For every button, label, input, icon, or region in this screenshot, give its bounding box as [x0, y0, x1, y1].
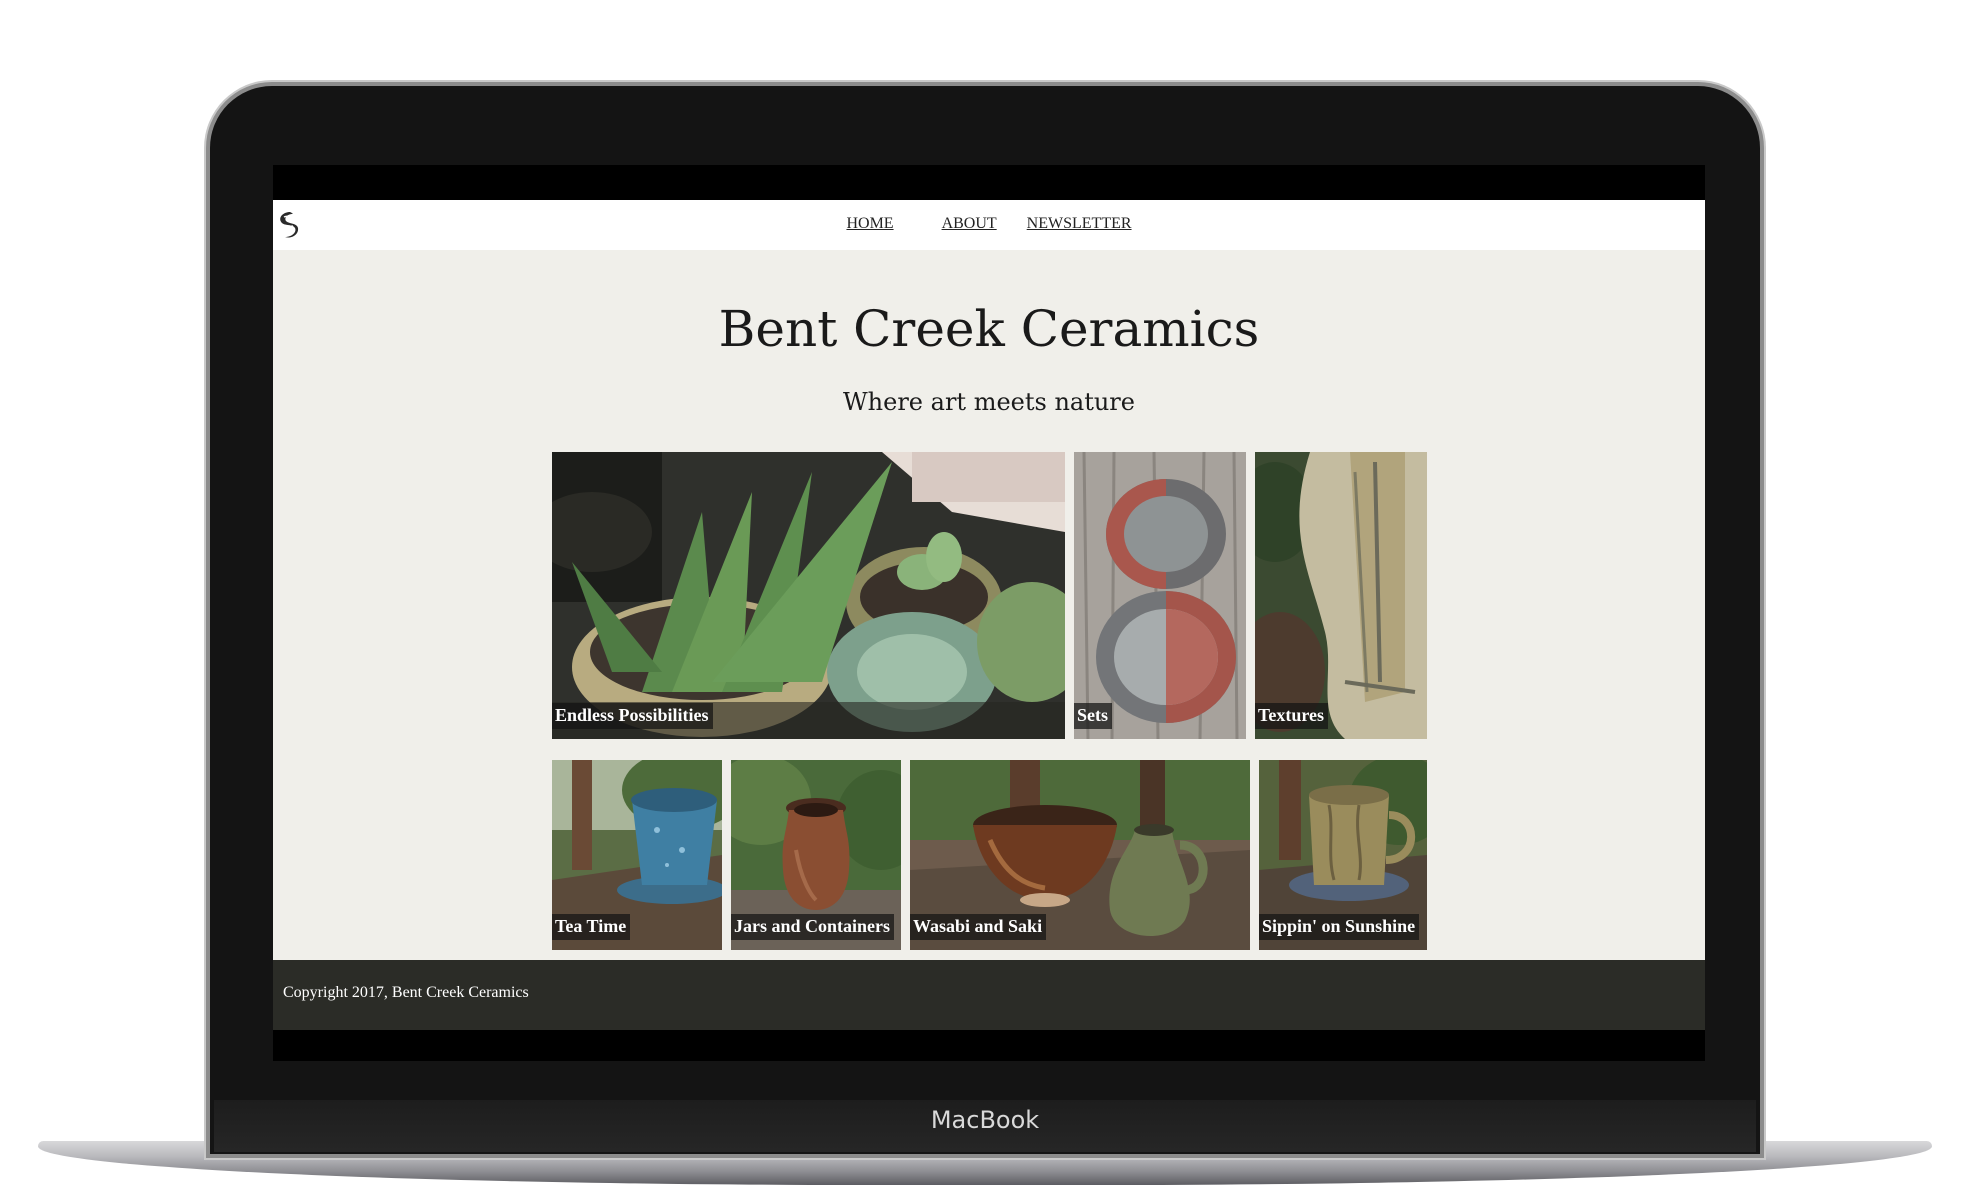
footer-copyright: Copyright 2017, Bent Creek Ceramics [283, 984, 529, 1001]
gallery-tile-textures[interactable]: Textures [1255, 452, 1427, 739]
nav-link-home[interactable]: HOME [846, 215, 893, 233]
gallery-caption: Tea Time [552, 914, 631, 940]
gallery-caption: Sets [1074, 703, 1112, 729]
page-tagline: Where art meets nature [843, 388, 1135, 416]
nav-link-about[interactable]: ABOUT [942, 215, 997, 233]
gallery-caption: Endless Possibilities [552, 703, 713, 729]
laptop-mockup: MacBook HOME ABOUT NEWSLETTER Bent Creek… [0, 0, 1970, 1202]
gallery-tile-tea-time[interactable]: Tea Time [552, 760, 722, 950]
gallery-caption: Textures [1255, 703, 1329, 729]
nav-links: HOME ABOUT NEWSLETTER [273, 215, 1705, 233]
gallery-tile-wasabi-and-saki[interactable]: Wasabi and Saki [910, 760, 1250, 950]
gallery-tile-endless-possibilities[interactable]: Endless Possibilities [552, 452, 1065, 739]
site-nav: HOME ABOUT NEWSLETTER [273, 200, 1705, 250]
gallery-caption: Wasabi and Saki [910, 914, 1047, 940]
gallery-caption: Sippin' on Sunshine [1259, 914, 1420, 940]
gallery-caption: Jars and Containers [731, 914, 895, 940]
gallery-tile-jars-and-containers[interactable]: Jars and Containers [731, 760, 901, 950]
site-footer: Copyright 2017, Bent Creek Ceramics [273, 960, 1705, 1030]
nav-link-newsletter[interactable]: NEWSLETTER [1027, 215, 1132, 233]
textured-platter-photo [1255, 452, 1427, 739]
laptop-screen: HOME ABOUT NEWSLETTER Bent Creek Ceramic… [273, 165, 1705, 1061]
laptop-brand-label: MacBook [930, 1106, 1040, 1134]
gallery-tile-sippin-on-sunshine[interactable]: Sippin' on Sunshine [1259, 760, 1427, 950]
page-title: Bent Creek Ceramics [718, 300, 1260, 358]
gallery-tile-sets[interactable]: Sets [1074, 452, 1246, 739]
succulents-photo [552, 452, 1065, 739]
bowl-set-photo [1074, 452, 1246, 739]
main-content: Bent Creek Ceramics Where art meets natu… [273, 250, 1705, 960]
